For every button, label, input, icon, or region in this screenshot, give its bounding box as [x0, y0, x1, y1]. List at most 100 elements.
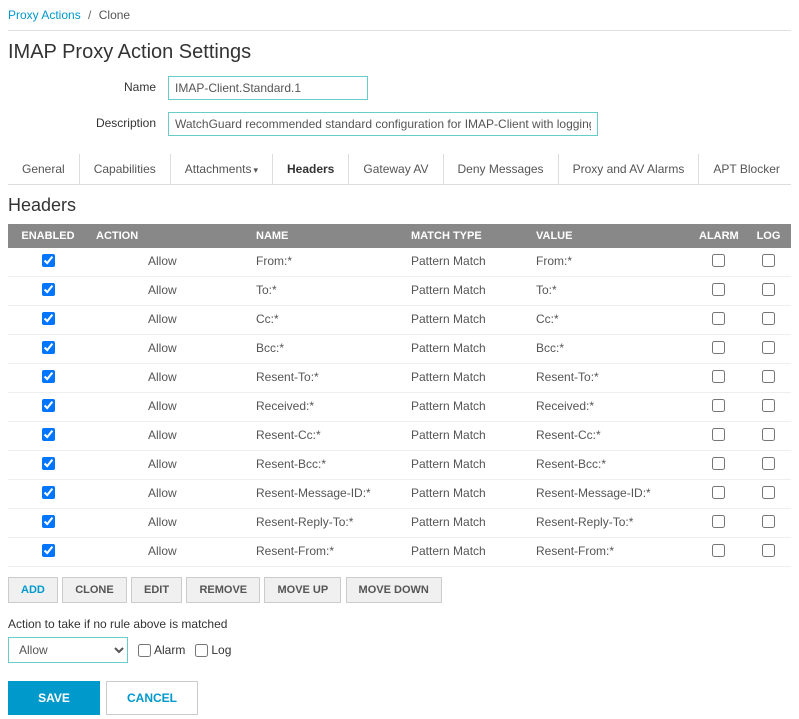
col-alarm: Alarm [691, 224, 746, 248]
breadcrumb-parent-link[interactable]: Proxy Actions [8, 8, 81, 22]
value-cell: To:* [528, 277, 691, 306]
moveup-button[interactable]: MOVE UP [264, 577, 341, 603]
alarm-checkbox[interactable] [712, 283, 725, 296]
headers-table: Enabled Action Name Match Type Value Ala… [8, 224, 791, 567]
enabled-checkbox[interactable] [42, 254, 55, 267]
alarm-checkbox[interactable] [712, 370, 725, 383]
save-button[interactable]: SAVE [8, 681, 100, 715]
table-row[interactable]: AllowBcc:*Pattern MatchBcc:* [8, 335, 791, 364]
alarm-checkbox[interactable] [712, 486, 725, 499]
alarm-checkbox[interactable] [712, 341, 725, 354]
value-cell: Resent-Bcc:* [528, 451, 691, 480]
tab-attachments[interactable]: Attachments▾ [171, 154, 273, 184]
col-enabled: Enabled [8, 224, 88, 248]
tab-deny-messages[interactable]: Deny Messages [444, 154, 559, 184]
action-cell: Allow [88, 480, 248, 509]
tab-proxy-and-av-alarms[interactable]: Proxy and AV Alarms [559, 154, 700, 184]
value-cell: Cc:* [528, 306, 691, 335]
enabled-checkbox[interactable] [42, 457, 55, 470]
alarm-checkbox[interactable] [712, 515, 725, 528]
remove-button[interactable]: REMOVE [186, 577, 260, 603]
cancel-button[interactable]: CANCEL [106, 681, 198, 715]
table-row[interactable]: AllowReceived:*Pattern MatchReceived:* [8, 393, 791, 422]
enabled-checkbox[interactable] [42, 341, 55, 354]
caret-down-icon: ▾ [253, 165, 258, 175]
action-cell: Allow [88, 422, 248, 451]
alarm-checkbox[interactable] [712, 312, 725, 325]
action-cell: Allow [88, 451, 248, 480]
value-cell: Received:* [528, 393, 691, 422]
enabled-checkbox[interactable] [42, 515, 55, 528]
table-row[interactable]: AllowResent-Message-ID:*Pattern MatchRes… [8, 480, 791, 509]
enabled-checkbox[interactable] [42, 399, 55, 412]
alarm-checkbox[interactable] [712, 399, 725, 412]
table-row[interactable]: AllowResent-From:*Pattern MatchResent-Fr… [8, 538, 791, 567]
name-cell: Resent-Cc:* [248, 422, 403, 451]
value-cell: Resent-To:* [528, 364, 691, 393]
value-cell: Resent-From:* [528, 538, 691, 567]
log-checkbox[interactable] [762, 399, 775, 412]
tab-general[interactable]: General [8, 154, 80, 184]
table-row[interactable]: AllowFrom:*Pattern MatchFrom:* [8, 248, 791, 277]
match-cell: Pattern Match [403, 480, 528, 509]
alarm-checkbox[interactable] [712, 457, 725, 470]
log-checkbox[interactable] [762, 312, 775, 325]
enabled-checkbox[interactable] [42, 544, 55, 557]
action-cell: Allow [88, 277, 248, 306]
table-row[interactable]: AllowResent-To:*Pattern MatchResent-To:* [8, 364, 791, 393]
action-cell: Allow [88, 335, 248, 364]
section-title: Headers [8, 195, 791, 216]
movedown-button[interactable]: MOVE DOWN [346, 577, 442, 603]
name-input[interactable] [168, 76, 368, 100]
fallback-log-label[interactable]: Log [195, 643, 231, 657]
alarm-checkbox[interactable] [712, 254, 725, 267]
fallback-log-checkbox[interactable] [195, 644, 208, 657]
log-checkbox[interactable] [762, 428, 775, 441]
enabled-checkbox[interactable] [42, 283, 55, 296]
col-action: Action [88, 224, 248, 248]
log-checkbox[interactable] [762, 254, 775, 267]
add-button[interactable]: ADD [8, 577, 58, 603]
enabled-checkbox[interactable] [42, 312, 55, 325]
action-cell: Allow [88, 306, 248, 335]
clone-button[interactable]: CLONE [62, 577, 127, 603]
enabled-checkbox[interactable] [42, 370, 55, 383]
table-row[interactable]: AllowResent-Reply-To:*Pattern MatchResen… [8, 509, 791, 538]
log-checkbox[interactable] [762, 515, 775, 528]
name-cell: Bcc:* [248, 335, 403, 364]
fallback-alarm-checkbox[interactable] [138, 644, 151, 657]
fallback-alarm-label[interactable]: Alarm [138, 643, 185, 657]
tab-headers[interactable]: Headers [273, 154, 349, 184]
page-title: IMAP Proxy Action Settings [8, 41, 791, 64]
action-cell: Allow [88, 509, 248, 538]
fallback-action-select[interactable]: Allow [8, 637, 128, 663]
col-match: Match Type [403, 224, 528, 248]
value-cell: From:* [528, 248, 691, 277]
log-checkbox[interactable] [762, 370, 775, 383]
table-row[interactable]: AllowResent-Bcc:*Pattern MatchResent-Bcc… [8, 451, 791, 480]
table-row[interactable]: AllowTo:*Pattern MatchTo:* [8, 277, 791, 306]
log-checkbox[interactable] [762, 457, 775, 470]
value-cell: Bcc:* [528, 335, 691, 364]
edit-button[interactable]: EDIT [131, 577, 182, 603]
enabled-checkbox[interactable] [42, 428, 55, 441]
name-label: Name [8, 76, 168, 94]
col-value: Value [528, 224, 691, 248]
table-row[interactable]: AllowResent-Cc:*Pattern MatchResent-Cc:* [8, 422, 791, 451]
log-checkbox[interactable] [762, 341, 775, 354]
tab-gateway-av[interactable]: Gateway AV [349, 154, 443, 184]
description-input[interactable] [168, 112, 598, 136]
match-cell: Pattern Match [403, 422, 528, 451]
match-cell: Pattern Match [403, 248, 528, 277]
name-cell: Cc:* [248, 306, 403, 335]
log-checkbox[interactable] [762, 544, 775, 557]
log-checkbox[interactable] [762, 283, 775, 296]
alarm-checkbox[interactable] [712, 428, 725, 441]
tab-apt-blocker[interactable]: APT Blocker [699, 154, 791, 184]
breadcrumb-current: Clone [99, 8, 130, 22]
enabled-checkbox[interactable] [42, 486, 55, 499]
table-row[interactable]: AllowCc:*Pattern MatchCc:* [8, 306, 791, 335]
alarm-checkbox[interactable] [712, 544, 725, 557]
tab-capabilities[interactable]: Capabilities [80, 154, 171, 184]
log-checkbox[interactable] [762, 486, 775, 499]
